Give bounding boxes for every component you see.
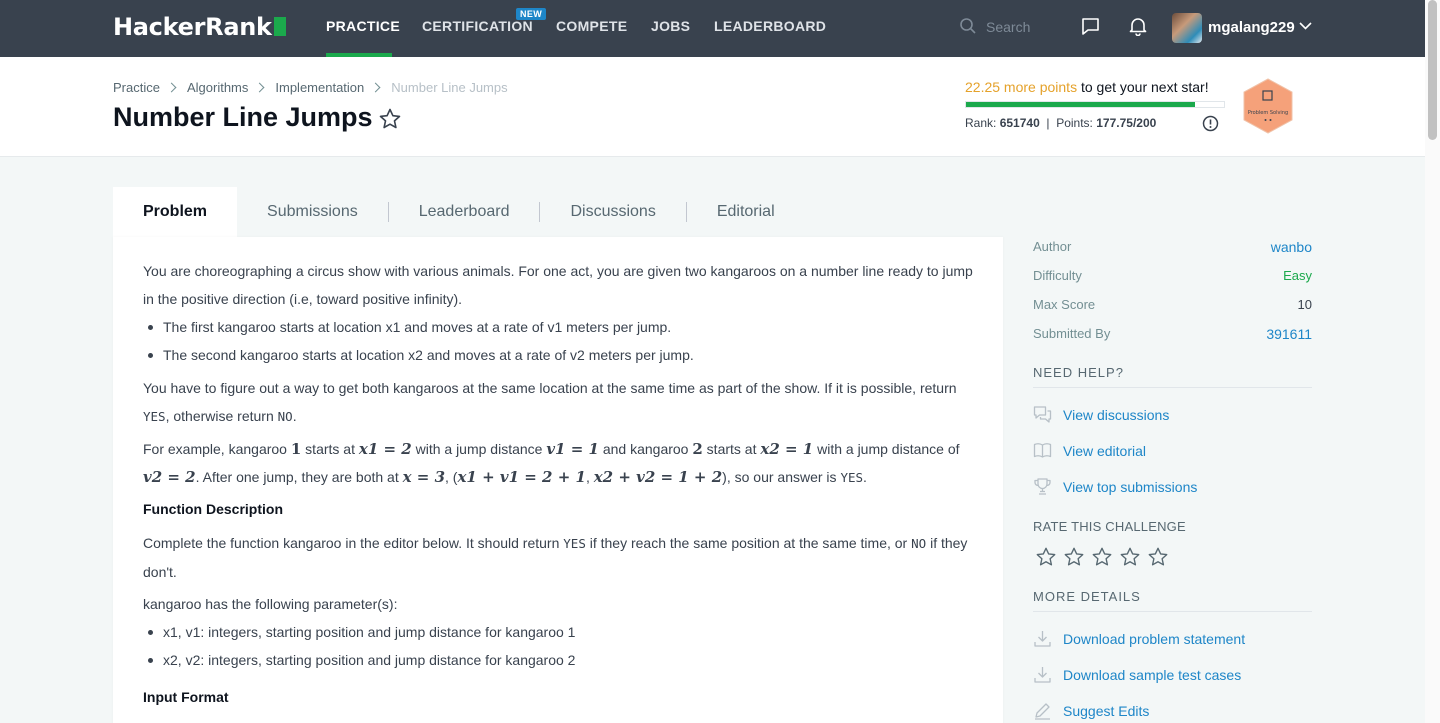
download-sample-test-cases-link[interactable]: Download sample test cases	[1033, 665, 1241, 684]
rating-star-icon[interactable]	[1119, 546, 1141, 568]
hackerrank-logo[interactable]: HackerRank	[113, 13, 286, 41]
divider	[1033, 611, 1312, 612]
messages-icon[interactable]	[1081, 17, 1100, 36]
difficulty-label: Difficulty	[1033, 268, 1082, 283]
parameters-intro: kangaroo has the following parameter(s):	[143, 596, 398, 612]
top-nav: HackerRank PRACTICE CERTIFICATION NEW CO…	[0, 0, 1425, 57]
breadcrumb-algorithms[interactable]: Algorithms	[187, 80, 248, 95]
rating-star-icon[interactable]	[1147, 546, 1169, 568]
next-star-message: 22.25 more points to get your next star!	[965, 79, 1209, 95]
suggest-edits-link[interactable]: Suggest Edits	[1033, 701, 1149, 720]
bookmark-star-icon[interactable]	[378, 107, 402, 131]
max-score-value: 10	[1297, 297, 1312, 312]
search-input[interactable]: Search	[986, 19, 1030, 35]
rating-star-icon[interactable]	[1091, 546, 1113, 568]
rank-points: Rank: 651740 | Points: 177.75/200	[965, 116, 1157, 130]
challenge-header: Practice Algorithms Implementation Numbe…	[0, 57, 1425, 157]
avatar[interactable]	[1172, 13, 1202, 43]
breadcrumb-implementation[interactable]: Implementation	[275, 80, 364, 95]
need-help-heading: NEED HELP?	[1033, 365, 1124, 380]
book-icon	[1033, 443, 1052, 458]
progress-fill	[966, 102, 1196, 107]
author-label: Author	[1033, 239, 1072, 254]
list-item: The first kangaroo starts at location x1…	[148, 313, 948, 341]
function-description: Complete the function kangaroo in the ed…	[143, 535, 968, 580]
trophy-icon	[1034, 478, 1051, 495]
max-score-label: Max Score	[1033, 297, 1096, 312]
download-icon	[1034, 667, 1051, 683]
input-format-heading: Input Format	[143, 689, 229, 705]
nav-practice[interactable]: PRACTICE	[326, 18, 400, 34]
list-item: The second kangaroo starts at location x…	[148, 341, 948, 369]
view-top-submissions-link[interactable]: View top submissions	[1033, 477, 1197, 496]
download-icon	[1034, 631, 1051, 647]
problem-solving-badge-icon[interactable]: Problem Solving	[1240, 78, 1296, 134]
tab-editorial[interactable]: Editorial	[687, 187, 805, 237]
search-icon[interactable]	[960, 18, 976, 34]
breadcrumb-chevron-icon	[254, 82, 265, 93]
tab-problem[interactable]: Problem	[113, 187, 238, 237]
nav-compete[interactable]: COMPETE	[556, 18, 627, 34]
username[interactable]: mgalang229	[1208, 19, 1295, 36]
download-problem-statement-link[interactable]: Download problem statement	[1033, 629, 1245, 648]
breadcrumb-chevron-icon	[370, 82, 381, 93]
list-item: x2, v2: integers, starting position and …	[148, 646, 948, 674]
notifications-bell-icon[interactable]	[1128, 16, 1148, 36]
view-editorial-link[interactable]: View editorial	[1033, 441, 1146, 460]
page-title: Number Line Jumps	[113, 102, 373, 132]
problem-intro: You are choreographing a circus show wit…	[143, 263, 973, 307]
divider	[1033, 387, 1312, 388]
author-link[interactable]: wanbo	[1271, 239, 1312, 255]
chevron-down-icon[interactable]	[1299, 21, 1312, 31]
star-progress-bar	[965, 101, 1225, 108]
nav-jobs[interactable]: JOBS	[651, 18, 690, 34]
new-badge: NEW	[516, 8, 547, 20]
breadcrumb-practice[interactable]: Practice	[113, 80, 160, 95]
challenge-tabs: Problem Submissions Leaderboard Discussi…	[113, 187, 805, 237]
discussions-icon	[1033, 406, 1052, 423]
view-discussions-link[interactable]: View discussions	[1033, 405, 1169, 424]
breadcrumb-chevron-icon	[166, 82, 177, 93]
logo-block	[273, 17, 286, 36]
badge-label: Problem Solving	[1248, 110, 1288, 116]
rating-stars	[1035, 546, 1169, 568]
rating-star-icon[interactable]	[1035, 546, 1057, 568]
rate-challenge-heading: RATE THIS CHALLENGE	[1033, 519, 1186, 534]
list-item: x1, v1: integers, starting position and …	[148, 618, 948, 646]
tab-submissions[interactable]: Submissions	[237, 187, 388, 237]
function-description-heading: Function Description	[143, 501, 283, 517]
breadcrumb: Practice Algorithms Implementation Numbe…	[113, 80, 508, 95]
problem-example: For example, kangaroo 1 starts at x1 = 2…	[143, 440, 960, 486]
more-details-heading: MORE DETAILS	[1033, 589, 1141, 604]
nav-certification[interactable]: CERTIFICATION	[422, 18, 533, 34]
tab-leaderboard[interactable]: Leaderboard	[389, 187, 540, 237]
rating-star-icon[interactable]	[1063, 546, 1085, 568]
difficulty-value: Easy	[1283, 268, 1312, 283]
submitted-by-label: Submitted By	[1033, 326, 1111, 341]
pencil-icon	[1035, 703, 1050, 720]
info-icon[interactable]	[1202, 115, 1219, 132]
submitted-by-link[interactable]: 391611	[1266, 326, 1312, 342]
tab-discussions[interactable]: Discussions	[540, 187, 685, 237]
problem-goal: You have to figure out a way to get both…	[143, 380, 957, 424]
scrollbar-thumb[interactable]	[1428, 0, 1437, 140]
breadcrumb-current: Number Line Jumps	[391, 80, 508, 95]
nav-leaderboard[interactable]: LEADERBOARD	[714, 18, 826, 34]
